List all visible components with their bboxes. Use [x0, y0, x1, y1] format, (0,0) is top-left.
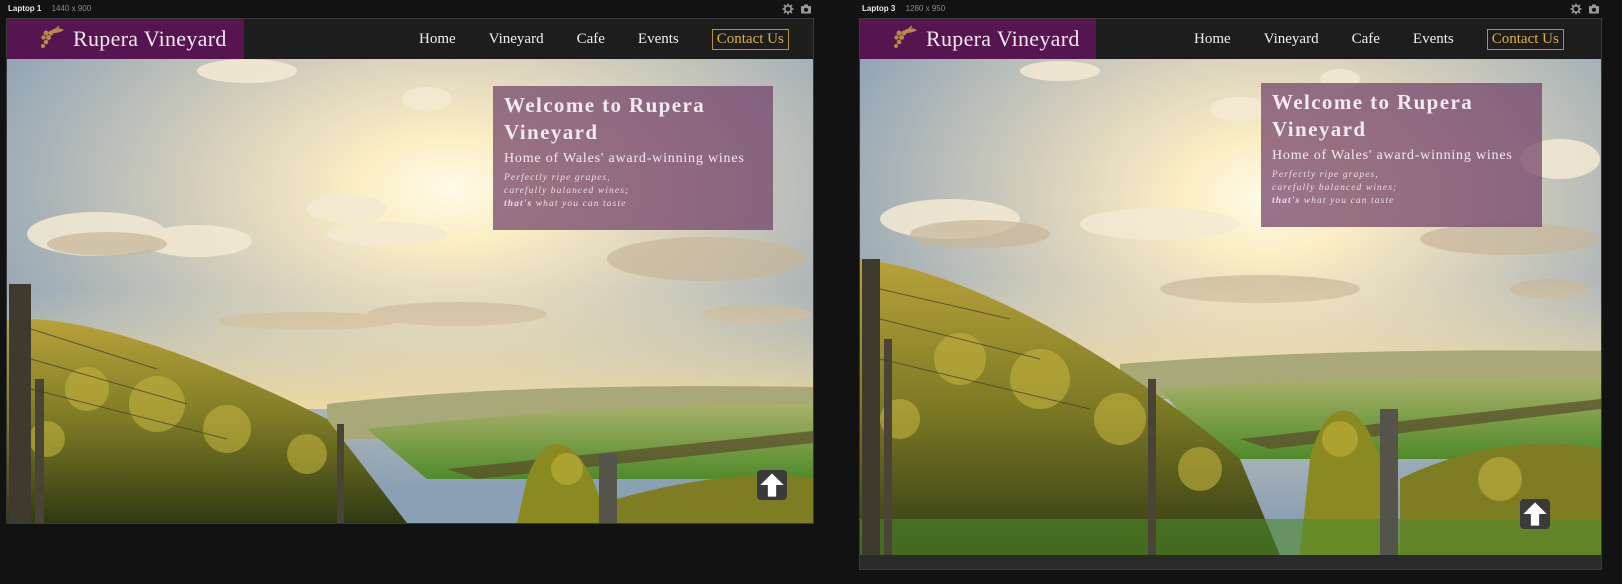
tagline-line-3: that's what you can taste	[504, 198, 763, 211]
nav-cafe[interactable]: Cafe	[577, 31, 605, 48]
page-footer-strip	[860, 555, 1601, 569]
grapes-icon	[894, 25, 917, 48]
device-laptop-1: Laptop 1 1440 x 900 Rupera Vineyard Home	[0, 0, 818, 584]
nav-home[interactable]: Home	[1194, 31, 1231, 48]
grapes-icon	[41, 25, 64, 48]
site-header: Rupera Vineyard Home Vineyard Cafe Event…	[860, 19, 1601, 59]
contact-us-button[interactable]: Contact Us	[1486, 28, 1564, 50]
tagline-emphasis: that's	[504, 199, 533, 209]
camera-icon[interactable]	[1588, 3, 1600, 15]
arrow-up-icon	[760, 473, 784, 497]
hero-image: Welcome to Rupera Vineyard Home of Wales…	[860, 59, 1601, 555]
brand-name: Rupera Vineyard	[73, 26, 227, 51]
site-header: Rupera Vineyard Home Vineyard Cafe Event…	[7, 19, 813, 59]
contact-us-button[interactable]: Contact Us	[711, 28, 789, 50]
hero-image: Welcome to Rupera Vineyard Home of Wales…	[7, 59, 813, 523]
tagline-line-3: that's what you can taste	[1272, 195, 1532, 208]
welcome-overlay: Welcome to Rupera Vineyard Home of Wales…	[493, 86, 773, 230]
main-nav: Home Vineyard Cafe Events Contact Us	[1194, 19, 1564, 59]
device-viewport: Rupera Vineyard Home Vineyard Cafe Event…	[6, 18, 814, 524]
hero-tagline: Perfectly ripe grapes, carefully balance…	[1272, 169, 1532, 208]
device-name: Laptop 1	[8, 4, 42, 13]
nav-home[interactable]: Home	[419, 31, 456, 48]
back-to-top-button[interactable]	[1520, 499, 1550, 529]
device-name: Laptop 3	[862, 4, 896, 13]
tagline-line-1: Perfectly ripe grapes,	[504, 173, 611, 183]
device-tools	[782, 2, 812, 16]
arrow-up-icon	[1523, 502, 1547, 526]
tagline-line-1: Perfectly ripe grapes,	[1272, 170, 1379, 180]
brand-name: Rupera Vineyard	[926, 26, 1080, 51]
tagline-rest: what you can taste	[1300, 196, 1395, 206]
device-label: Laptop 3 1280 x 950	[862, 0, 945, 18]
back-to-top-button[interactable]	[757, 470, 787, 500]
tagline-line-2: carefully balanced wines;	[504, 186, 630, 196]
gear-icon[interactable]	[782, 3, 794, 15]
brand[interactable]: Rupera Vineyard	[7, 19, 244, 59]
gear-icon[interactable]	[1570, 3, 1582, 15]
welcome-overlay: Welcome to Rupera Vineyard Home of Wales…	[1261, 83, 1542, 227]
tagline-emphasis: that's	[1272, 196, 1301, 206]
device-tools	[1570, 2, 1600, 16]
nav-vineyard[interactable]: Vineyard	[489, 31, 544, 48]
hero-title: Welcome to Rupera Vineyard	[1272, 90, 1474, 141]
device-viewport: Rupera Vineyard Home Vineyard Cafe Event…	[859, 18, 1602, 570]
device-size: 1280 x 950	[905, 4, 946, 13]
hero-tagline: Perfectly ripe grapes, carefully balance…	[504, 172, 763, 211]
brand[interactable]: Rupera Vineyard	[860, 19, 1096, 59]
nav-cafe[interactable]: Cafe	[1352, 31, 1380, 48]
camera-icon[interactable]	[800, 3, 812, 15]
hero-subtitle: Home of Wales' award-winning wines	[504, 151, 745, 166]
device-size: 1440 x 900	[51, 4, 92, 13]
device-label: Laptop 1 1440 x 900	[8, 0, 91, 18]
nav-events[interactable]: Events	[638, 31, 679, 48]
tagline-line-2: carefully balanced wines;	[1272, 183, 1398, 193]
hero-subtitle: Home of Wales' award-winning wines	[1272, 148, 1513, 163]
hero-title: Welcome to Rupera Vineyard	[504, 93, 706, 144]
tagline-rest: what you can taste	[532, 199, 627, 209]
nav-vineyard[interactable]: Vineyard	[1264, 31, 1319, 48]
main-nav: Home Vineyard Cafe Events Contact Us	[419, 19, 789, 59]
nav-events[interactable]: Events	[1413, 31, 1454, 48]
device-laptop-3: Laptop 3 1280 x 950 Rupera Vineyard Home	[824, 0, 1622, 584]
